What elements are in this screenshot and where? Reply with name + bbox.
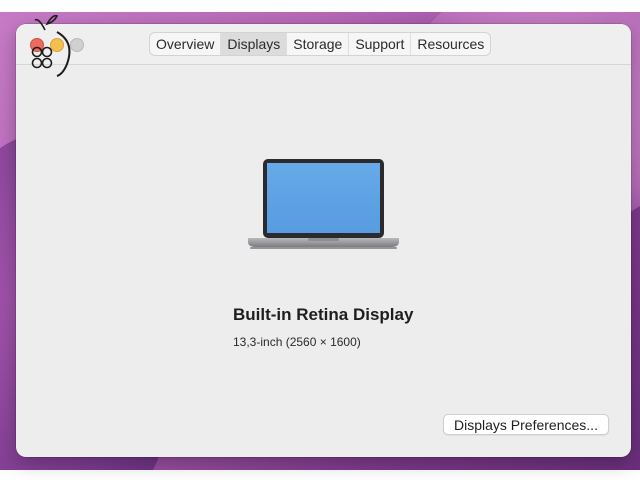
tab-displays[interactable]: Displays <box>221 33 288 55</box>
display-name: Built-in Retina Display <box>233 305 414 324</box>
tab-overview[interactable]: Overview <box>150 33 222 55</box>
tab-support[interactable]: Support <box>349 33 412 55</box>
app-logo-icon <box>31 14 71 77</box>
tab-bar: Overview Displays Storage Support Resour… <box>149 32 492 56</box>
display-size: 13,3-inch (2560 × 1600) <box>233 335 361 349</box>
macbook-laptop-icon <box>248 159 399 249</box>
tab-storage[interactable]: Storage <box>287 33 350 55</box>
window-titlebar: Overview Displays Storage Support Resour… <box>16 24 631 65</box>
displays-preferences-button[interactable]: Displays Preferences... <box>443 414 609 435</box>
about-this-mac-window: Overview Displays Storage Support Resour… <box>16 24 631 457</box>
tab-resources[interactable]: Resources <box>411 33 490 55</box>
